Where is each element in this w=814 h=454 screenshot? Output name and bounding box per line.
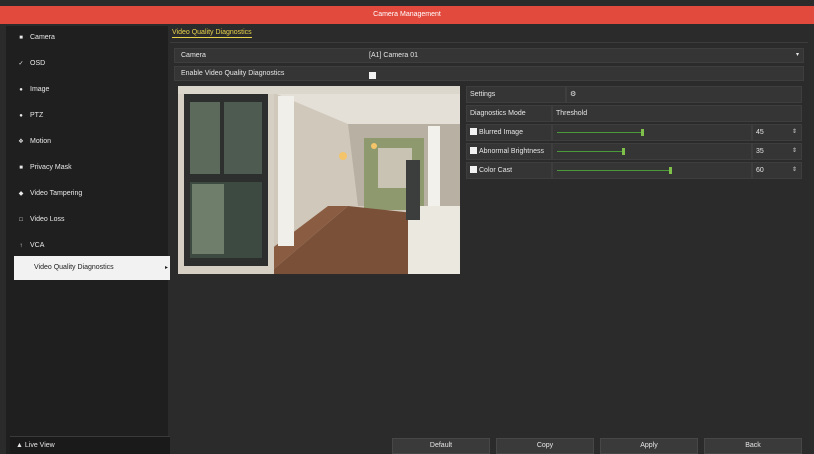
sidebar-item-ptz[interactable]: ● PTZ bbox=[10, 104, 166, 128]
blurred-image-slider[interactable] bbox=[552, 124, 752, 141]
chevron-down-icon[interactable]: ▾ bbox=[796, 49, 799, 62]
sidebar-item-vca[interactable]: ↑ VCA bbox=[10, 234, 166, 258]
sidebar-item-label: OSD bbox=[30, 60, 46, 67]
sidebar-item-camera[interactable]: ■ Camera bbox=[10, 26, 166, 50]
slider-handle[interactable] bbox=[622, 148, 625, 155]
sidebar-item-label: Video Quality Diagnostics bbox=[34, 264, 114, 271]
blurred-image-value[interactable]: 45 ⇕ bbox=[752, 124, 802, 141]
abnormal-brightness-value[interactable]: 35 ⇕ bbox=[752, 143, 802, 160]
color-cast-checkbox[interactable] bbox=[470, 166, 477, 173]
brush-icon: ✓ bbox=[18, 61, 24, 67]
blurred-image-checkbox[interactable] bbox=[470, 128, 477, 135]
vca-icon: ↑ bbox=[19, 243, 23, 249]
copy-button[interactable]: Copy bbox=[496, 438, 594, 454]
threshold-header: Threshold bbox=[552, 105, 802, 122]
sidebar-item-image[interactable]: ● Image bbox=[10, 78, 166, 102]
slider-track bbox=[557, 132, 642, 133]
video-preview bbox=[178, 86, 460, 274]
video-loss-icon: □ bbox=[19, 217, 23, 223]
camera-select[interactable]: [A1] Camera 01 bbox=[369, 49, 418, 62]
spinner-icon[interactable]: ⇕ bbox=[792, 125, 797, 140]
camera-row: Camera [A1] Camera 01 ▾ bbox=[174, 48, 804, 63]
sidebar-item-label: Camera bbox=[30, 34, 55, 41]
motion-icon: ❖ bbox=[18, 139, 24, 145]
sidebar-item-osd[interactable]: ✓ OSD bbox=[10, 52, 166, 76]
color-cast-label: Color Cast bbox=[479, 167, 513, 174]
back-button[interactable]: Back bbox=[704, 438, 802, 454]
sidebar-item-label: Privacy Mask bbox=[30, 164, 72, 171]
abnormal-brightness-slider[interactable] bbox=[552, 143, 752, 160]
tampering-icon: ◆ bbox=[18, 191, 24, 197]
slider-track bbox=[557, 170, 670, 171]
color-cast-value[interactable]: 60 ⇕ bbox=[752, 162, 802, 179]
slider-track bbox=[557, 151, 623, 152]
tab-video-quality-diagnostics[interactable]: Video Quality Diagnostics bbox=[172, 29, 252, 38]
porch-image bbox=[178, 86, 460, 274]
sidebar-item-label: Video Tampering bbox=[30, 190, 83, 197]
live-view-label: Live View bbox=[24, 442, 55, 449]
sidebar-item-label: VCA bbox=[30, 242, 45, 249]
camera-label: Camera bbox=[181, 52, 206, 59]
sidebar: ■ Camera ✓ OSD ● Image ● PTZ ❖ Motion ■ Privac… bbox=[6, 26, 172, 454]
settings-icon: ⚙ bbox=[570, 91, 577, 98]
sidebar-item-label: PTZ bbox=[30, 112, 44, 119]
blurred-image-row[interactable]: Blurred Image bbox=[466, 124, 552, 141]
ptz-icon: ● bbox=[19, 113, 23, 119]
home-icon: ▲ bbox=[16, 442, 23, 449]
camera-icon: ■ bbox=[19, 35, 23, 41]
diagnostics-mode-header: Diagnostics Mode bbox=[466, 105, 552, 122]
default-button[interactable]: Default bbox=[392, 438, 490, 454]
privacy-mask-icon: ■ bbox=[19, 165, 23, 171]
sidebar-item-video-quality-diagnostics[interactable]: Video Quality Diagnostics ▸ bbox=[14, 256, 172, 280]
chevron-right-icon: ▸ bbox=[164, 265, 168, 271]
sidebar-item-privacy-mask[interactable]: ■ Privacy Mask bbox=[10, 156, 166, 180]
sidebar-item-video-loss[interactable]: □ Video Loss bbox=[10, 208, 166, 232]
window-title: Camera Management bbox=[0, 6, 814, 24]
slider-handle[interactable] bbox=[669, 167, 672, 174]
enable-checkbox[interactable] bbox=[369, 70, 378, 83]
sidebar-item-label: Image bbox=[30, 86, 50, 93]
image-icon: ● bbox=[19, 87, 23, 93]
sidebar-item-video-tampering[interactable]: ◆ Video Tampering bbox=[10, 182, 166, 206]
main-panel: Video Quality Diagnostics Camera [A1] Ca… bbox=[170, 26, 808, 454]
enable-label: Enable Video Quality Diagnostics bbox=[181, 70, 285, 77]
abnormal-brightness-label: Abnormal Brightness bbox=[479, 148, 544, 155]
spinner-icon[interactable]: ⇕ bbox=[792, 163, 797, 178]
color-cast-row[interactable]: Color Cast bbox=[466, 162, 552, 179]
live-view-button[interactable]: ▲ Live View bbox=[10, 436, 170, 454]
sidebar-item-motion[interactable]: ❖ Motion bbox=[10, 130, 166, 154]
apply-button[interactable]: Apply bbox=[600, 438, 698, 454]
settings-label: Settings bbox=[466, 86, 566, 103]
settings-button[interactable]: ⚙ bbox=[566, 86, 802, 103]
color-cast-slider[interactable] bbox=[552, 162, 752, 179]
blurred-image-label: Blurred Image bbox=[479, 129, 523, 136]
slider-handle[interactable] bbox=[641, 129, 644, 136]
abnormal-brightness-row[interactable]: Abnormal Brightness bbox=[466, 143, 552, 160]
enable-row: Enable Video Quality Diagnostics bbox=[174, 66, 804, 81]
sidebar-item-label: Video Loss bbox=[30, 216, 65, 223]
spinner-icon[interactable]: ⇕ bbox=[792, 144, 797, 159]
sidebar-item-label: Motion bbox=[30, 138, 52, 145]
tab-divider bbox=[170, 42, 808, 43]
abnormal-brightness-checkbox[interactable] bbox=[470, 147, 477, 154]
